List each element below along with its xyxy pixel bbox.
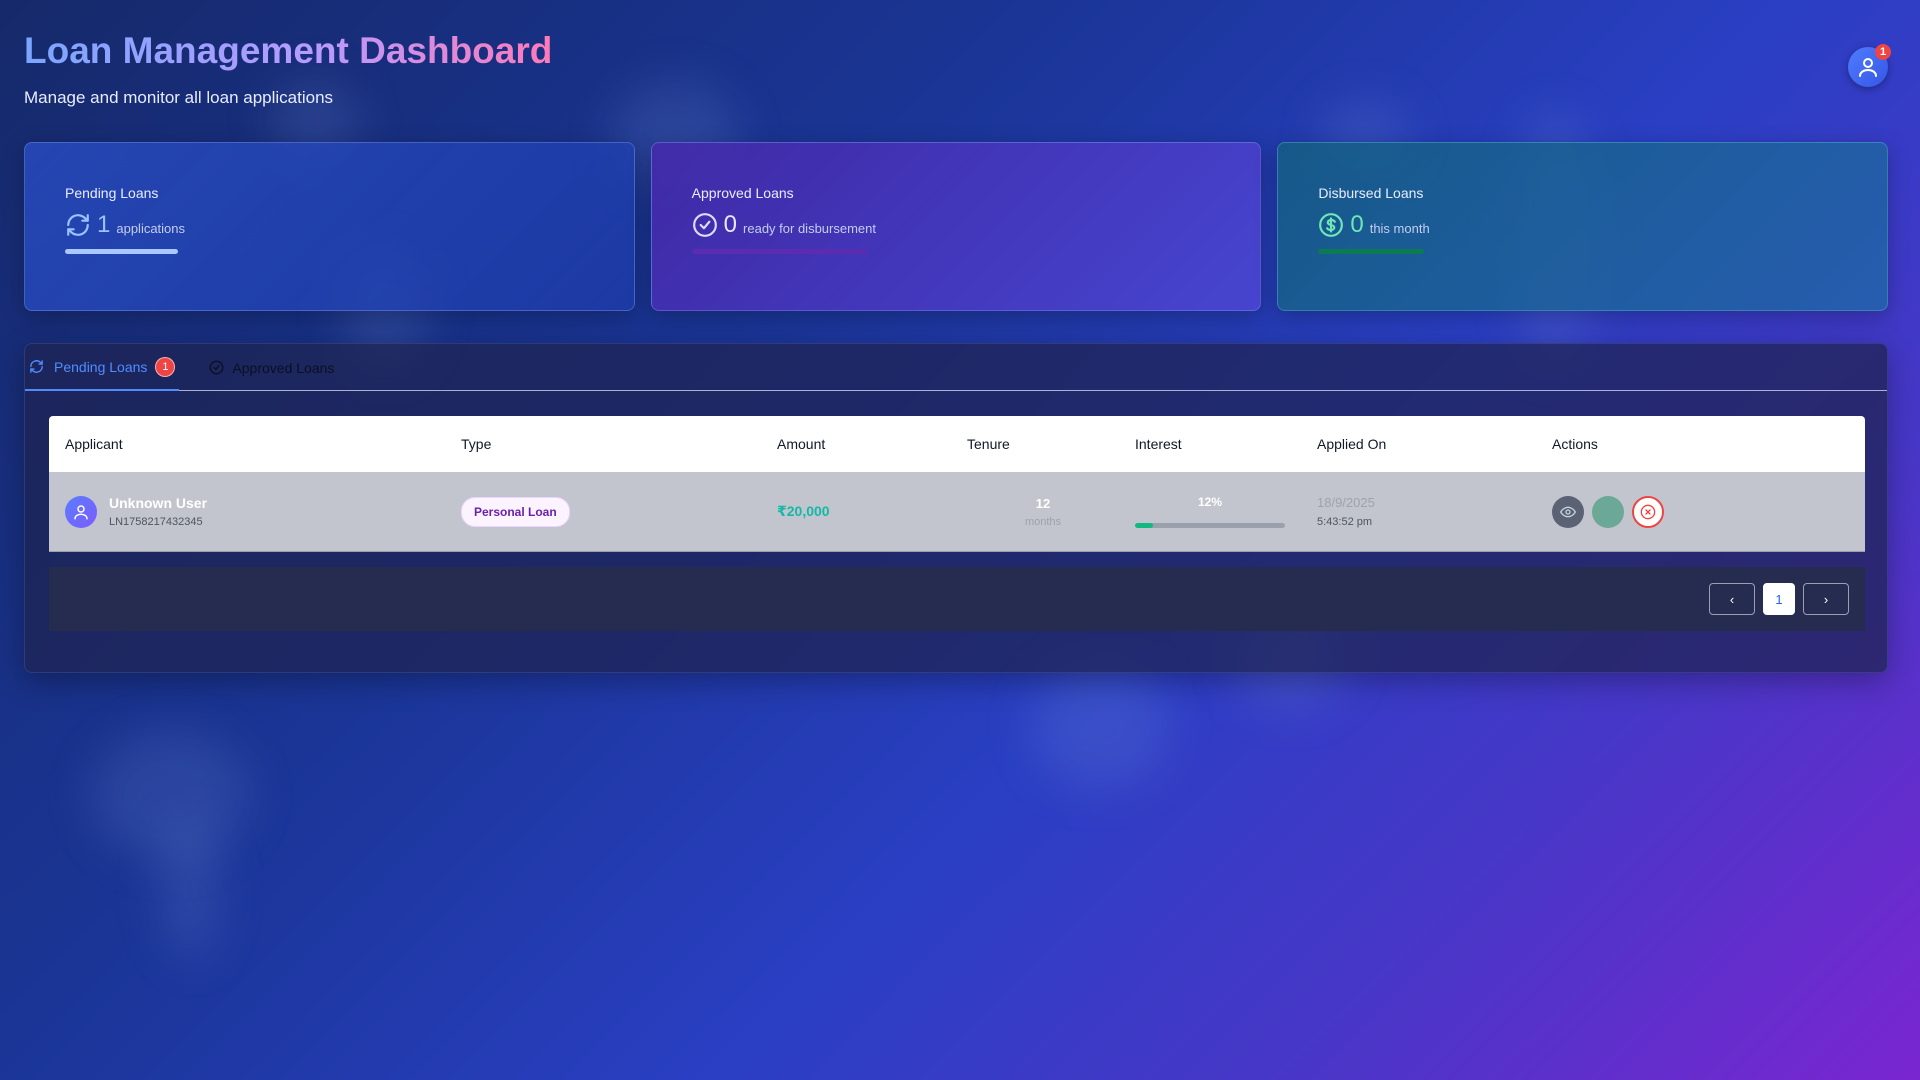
- type-cell: Personal Loan: [445, 472, 761, 551]
- x-circle-icon: [1640, 504, 1656, 519]
- applied-date: 18/9/2025: [1317, 495, 1375, 510]
- column-header[interactable]: Amount: [761, 416, 951, 472]
- next-page-button[interactable]: ›: [1803, 583, 1849, 615]
- view-button[interactable]: [1552, 495, 1584, 528]
- reject-button[interactable]: [1632, 495, 1664, 528]
- stat-progress-bar: [691, 249, 868, 254]
- tab-approved-loans[interactable]: Approved Loans: [205, 344, 338, 391]
- refresh-icon: [30, 360, 43, 373]
- applied-on-cell: 18/9/2025 5:43:52 pm: [1301, 472, 1536, 551]
- tenure-unit: months: [1024, 515, 1062, 528]
- actions-cell: [1536, 472, 1865, 551]
- check-circle-icon: [209, 360, 224, 375]
- stat-progress-bar: [1318, 249, 1425, 254]
- tab-pending-loans[interactable]: Pending Loans 1: [25, 344, 180, 391]
- tenure-cell: 12 months: [951, 472, 1119, 551]
- approve-button[interactable]: [1592, 495, 1624, 528]
- interest-progress-track: [1135, 523, 1285, 528]
- table-header: Applicant Type Amount Tenure Interest Ap…: [49, 416, 1865, 472]
- applied-time: 5:43:52 pm: [1317, 516, 1373, 528]
- loan-amount: ₹20,000: [777, 503, 830, 519]
- column-header[interactable]: Applied On: [1301, 416, 1536, 472]
- applicant-cell: Unknown User LN1758217432345: [49, 472, 445, 551]
- dashboard-page: Loan Management Dashboard Manage and mon…: [0, 0, 1920, 1080]
- user-profile-button[interactable]: 1: [1848, 44, 1891, 87]
- tenure-value: 12: [1035, 495, 1051, 511]
- loan-tabs: Pending Loans 1 Approved Loans: [25, 344, 1887, 391]
- stat-unit: ready for disbursement: [743, 220, 876, 236]
- notification-badge: 1: [1875, 44, 1891, 60]
- stat-unit: applications: [116, 220, 186, 236]
- stat-card-pending: Pending Loans 1 applications: [24, 142, 635, 311]
- loans-panel: Pending Loans 1 Approved Loans Applicant…: [24, 343, 1888, 673]
- stat-value: 0: [1350, 211, 1364, 238]
- tab-label: Pending Loans: [54, 358, 148, 375]
- refresh-icon: [67, 214, 89, 236]
- interest-cell: 12%: [1119, 472, 1301, 551]
- column-header[interactable]: Interest: [1119, 416, 1301, 472]
- loan-id: LN1758217432345: [109, 516, 203, 528]
- page-number-button[interactable]: 1: [1763, 583, 1795, 615]
- stat-card-approved: Approved Loans 0 ready for disbursement: [650, 142, 1262, 311]
- stat-value: 1: [97, 211, 111, 238]
- table-row[interactable]: Unknown User LN1758217432345 Personal Lo…: [49, 472, 1865, 552]
- user-icon: [1859, 58, 1877, 77]
- stat-value: 0: [723, 211, 738, 238]
- loans-table: Applicant Type Amount Tenure Interest Ap…: [49, 416, 1865, 552]
- previous-page-button[interactable]: ‹: [1709, 583, 1755, 615]
- dollar-circle-icon: [1319, 213, 1344, 237]
- page-title: Loan Management Dashboard: [24, 30, 553, 71]
- interest-rate: 12%: [1197, 495, 1223, 509]
- column-header[interactable]: Type: [445, 416, 761, 472]
- pagination: ‹ 1 ›: [49, 567, 1865, 631]
- applicant-name: Unknown User: [109, 495, 208, 511]
- stat-label: Approved Loans: [691, 185, 794, 201]
- eye-icon: [1560, 506, 1576, 517]
- stat-label: Disbursed Loans: [1318, 185, 1424, 201]
- stat-progress-bar: [65, 249, 178, 254]
- stats-cards: Pending Loans 1 applications Approved Lo…: [24, 142, 1889, 311]
- amount-cell: ₹20,000: [761, 472, 951, 551]
- stat-unit: this month: [1369, 220, 1430, 236]
- stat-card-disbursed: Disbursed Loans 0 this month: [1277, 142, 1889, 311]
- column-header: Actions: [1552, 436, 1598, 452]
- column-header[interactable]: Tenure: [951, 416, 1119, 472]
- stat-label: Pending Loans: [65, 185, 159, 201]
- avatar: [65, 495, 97, 528]
- tab-count-badge: 1: [155, 356, 176, 377]
- interest-progress-fill: [1135, 523, 1153, 528]
- column-header[interactable]: Applicant: [49, 416, 445, 472]
- loan-type-badge: Personal Loan: [461, 496, 570, 527]
- page-subtitle: Manage and monitor all loan applications: [24, 88, 334, 107]
- tab-label: Approved Loans: [232, 359, 335, 376]
- check-circle-icon: [692, 213, 717, 237]
- user-icon: [74, 504, 88, 519]
